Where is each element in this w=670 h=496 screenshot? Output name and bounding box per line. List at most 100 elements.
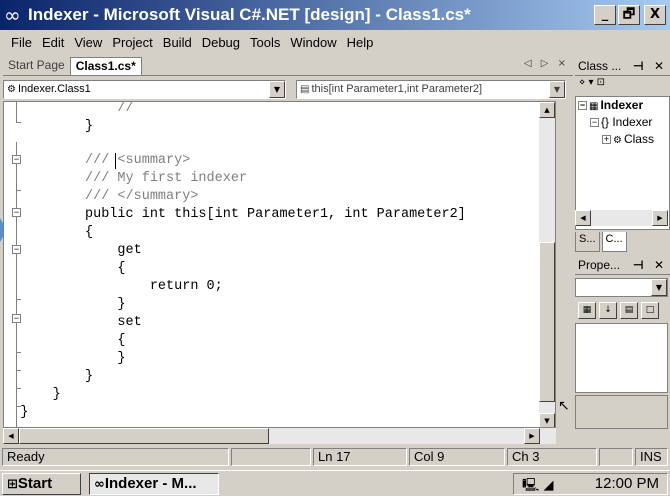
expand-icon[interactable]: + <box>602 135 611 144</box>
menu-build[interactable]: Build <box>158 35 197 50</box>
categorized-icon[interactable]: ▦ <box>578 301 596 319</box>
code-line: } <box>4 119 94 134</box>
menu-debug[interactable]: Debug <box>197 35 245 50</box>
windows-logo-icon: ⊞ <box>7 477 18 492</box>
class-view-title: Class ... <box>578 58 622 73</box>
system-tray: 🖳 ◢ 12:00 PM <box>513 473 668 495</box>
code-line: } <box>4 369 94 384</box>
menu-bar: File Edit View Project Build Debug Tools… <box>0 31 670 53</box>
pin-close-icon[interactable]: ⊣ ✕ <box>633 258 667 272</box>
scroll-right-icon[interactable]: ▶ <box>652 210 668 226</box>
start-button[interactable]: ⊞Start <box>2 473 81 495</box>
status-blank <box>599 448 633 466</box>
menu-window[interactable]: Window <box>285 35 341 50</box>
navigation-bar: ⚙ Indexer.Class1 ▼ ▤ this[int Parameter1,i… <box>3 78 573 100</box>
minimize-button[interactable]: _ <box>594 5 616 25</box>
title-bar: Indexer - Microsoft Visual C#.NET [desig… <box>0 0 670 30</box>
code-line: public int this[int Parameter1, int Para… <box>4 207 466 222</box>
scroll-left-icon[interactable]: ◀ <box>3 428 19 444</box>
code-line: get <box>4 243 142 258</box>
code-editor[interactable]: − − − − // } /// <summary> /// My first … <box>3 101 556 428</box>
editor-horizontal-scrollbar[interactable]: ◀ ▶ <box>3 428 556 444</box>
taskbar-window-button[interactable]: ∞Indexer - M... <box>89 473 219 495</box>
tree-node-project[interactable]: − ▦ Indexer <box>578 98 643 112</box>
tab-scroll-close-controls[interactable]: ◁ ▷ × <box>524 58 569 69</box>
members-dropdown[interactable]: ▤ this[int Parameter1,int Parameter2] ▼ <box>296 79 566 99</box>
close-button[interactable]: X <box>644 5 666 25</box>
document-tabs: Start Page Class1.cs* ◁ ▷ × <box>3 56 573 76</box>
project-icon: ▦ <box>589 101 599 112</box>
members-dropdown-value: this[int Parameter1,int Parameter2] <box>311 82 483 95</box>
status-blank <box>231 448 311 466</box>
start-label: Start <box>17 475 53 492</box>
scroll-thumb[interactable] <box>19 428 269 444</box>
scroll-left-icon[interactable]: ◀ <box>575 210 591 226</box>
status-insert-mode: INS <box>635 448 668 466</box>
scroll-thumb[interactable] <box>539 242 555 402</box>
menu-file[interactable]: File <box>6 35 37 50</box>
code-line: { <box>4 261 126 276</box>
status-line: Ln 17 <box>313 448 407 466</box>
visual-studio-icon[interactable] <box>4 6 26 24</box>
code-line: /// </summary> <box>4 189 199 204</box>
editor-vertical-scrollbar[interactable]: ▲ ▼ <box>539 102 555 427</box>
code-line: } <box>4 387 61 402</box>
class-view-header: Class ... ⊣ ✕ <box>575 56 670 76</box>
class-view-toolbar[interactable]: ⋄ ▾ ⊡ <box>575 77 670 95</box>
tree-node-namespace[interactable]: −{} Indexer <box>590 115 652 129</box>
collapse-icon[interactable]: − <box>590 118 599 127</box>
clock[interactable]: 12:00 PM <box>595 474 659 494</box>
properties-title: Prope... <box>578 257 621 272</box>
window-controls: _ 🗗 X <box>594 5 666 25</box>
alphabetical-icon[interactable]: ↓ <box>599 301 617 319</box>
code-line: /// My first indexer <box>4 171 248 186</box>
menu-view[interactable]: View <box>69 35 107 50</box>
chevron-down-icon[interactable]: ▼ <box>549 80 565 98</box>
tree-node-label: Class <box>623 132 654 146</box>
properties-icon[interactable]: ▤ <box>620 301 638 319</box>
status-column: Col 9 <box>409 448 505 466</box>
properties-toolbar: ▦ ↓ ▤ □ <box>575 300 670 320</box>
status-char: Ch 3 <box>507 448 597 466</box>
menu-edit[interactable]: Edit <box>37 35 69 50</box>
code-line: return 0; <box>4 279 223 294</box>
network-icon[interactable]: 🖳 ◢ <box>522 476 553 496</box>
mouse-pointer-icon: ↖ <box>558 398 570 414</box>
types-dropdown[interactable]: ⚙ Indexer.Class1 ▼ <box>3 79 286 99</box>
tree-node-class[interactable]: + ⚙ Class <box>602 132 654 146</box>
taskbar: ⊞Start ∞Indexer - M... 🖳 ◢ 12:00 PM <box>0 470 670 496</box>
property-icon: ▤ <box>300 83 310 95</box>
code-line: } <box>4 351 126 366</box>
scroll-right-icon[interactable]: ▶ <box>524 428 540 444</box>
code-line: // <box>4 101 134 116</box>
scroll-down-icon[interactable]: ▼ <box>539 413 555 427</box>
tab-start-page[interactable]: Start Page <box>3 57 70 75</box>
code-line: /// <summary> <box>4 153 191 168</box>
panel-tabs: S... C... <box>575 232 670 252</box>
properties-grid[interactable] <box>575 323 668 393</box>
tab-class-view[interactable]: C... <box>601 232 627 252</box>
tab-class1-cs[interactable]: Class1.cs* <box>69 56 142 75</box>
maximize-button[interactable]: 🗗 <box>618 5 640 25</box>
tab-solution-explorer[interactable]: S... <box>575 232 600 252</box>
code-line: { <box>4 225 94 240</box>
chevron-down-icon[interactable]: ▼ <box>651 279 667 296</box>
scroll-up-icon[interactable]: ▲ <box>539 102 555 118</box>
types-dropdown-value: Indexer.Class1 <box>17 82 91 95</box>
code-line: } <box>4 405 29 420</box>
code-line: set <box>4 315 142 330</box>
properties-object-dropdown[interactable]: ▼ <box>575 278 668 297</box>
collapse-icon[interactable]: − <box>578 101 587 110</box>
chevron-down-icon[interactable]: ▼ <box>269 80 285 98</box>
tree-node-label: {} Indexer <box>601 115 653 129</box>
property-pages-icon[interactable]: □ <box>641 301 659 319</box>
menu-help[interactable]: Help <box>342 35 379 50</box>
tree-node-label: Indexer <box>600 98 644 112</box>
menu-project[interactable]: Project <box>107 35 157 50</box>
properties-header: Prope... ⊣ ✕ <box>575 255 670 275</box>
menu-tools[interactable]: Tools <box>245 35 285 50</box>
tree-horizontal-scrollbar[interactable]: ◀ ▶ <box>575 210 668 226</box>
right-tool-panel: Class ... ⊣ ✕ ⋄ ▾ ⊡ − ▦ Indexer −{} Indexe… <box>575 56 670 446</box>
pin-close-icon[interactable]: ⊣ ✕ <box>633 59 667 73</box>
status-bar: Ready Ln 17 Col 9 Ch 3 INS <box>0 446 670 468</box>
